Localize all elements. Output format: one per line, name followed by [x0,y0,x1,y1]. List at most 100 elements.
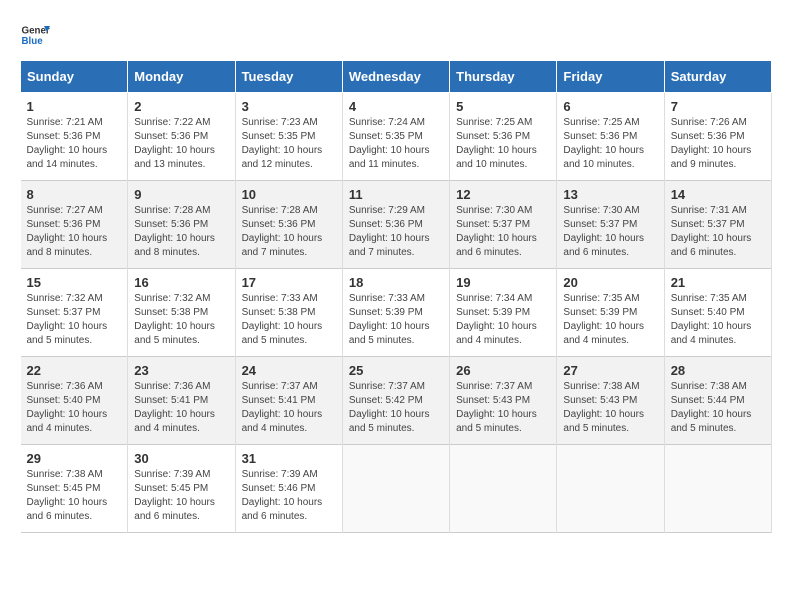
day-info: Sunrise: 7:38 AMSunset: 5:44 PMDaylight:… [671,380,765,436]
calendar-day-cell: 20 Sunrise: 7:35 AMSunset: 5:39 PMDayligh… [557,269,664,357]
day-number: 23 [134,363,228,378]
calendar-day-cell: 16 Sunrise: 7:32 AMSunset: 5:38 PMDayligh… [128,269,235,357]
day-number: 11 [349,187,443,202]
day-info: Sunrise: 7:31 AMSunset: 5:37 PMDaylight:… [671,204,765,260]
day-number: 19 [456,275,550,290]
day-number: 29 [27,451,122,466]
calendar-day-cell: 19 Sunrise: 7:34 AMSunset: 5:39 PMDayligh… [450,269,557,357]
day-info: Sunrise: 7:36 AMSunset: 5:40 PMDaylight:… [27,380,122,436]
calendar-day-cell: 9Sunrise: 7:28 AMSunset: 5:36 PMDaylight… [128,181,235,269]
calendar-day-cell: 11 Sunrise: 7:29 AMSunset: 5:36 PMDayligh… [342,181,449,269]
day-number: 18 [349,275,443,290]
day-number: 1 [27,99,122,114]
day-info: Sunrise: 7:33 AMSunset: 5:39 PMDaylight:… [349,292,443,348]
day-info: Sunrise: 7:34 AMSunset: 5:39 PMDaylight:… [456,292,550,348]
day-info: Sunrise: 7:21 AMSunset: 5:36 PMDaylight:… [27,116,122,172]
day-number: 22 [27,363,122,378]
calendar-day-cell: 21 Sunrise: 7:35 AMSunset: 5:40 PMDayligh… [664,269,771,357]
day-number: 16 [134,275,228,290]
day-info: Sunrise: 7:32 AMSunset: 5:37 PMDaylight:… [27,292,122,348]
day-info: Sunrise: 7:28 AMSunset: 5:36 PMDaylight:… [134,204,228,260]
calendar-day-cell [342,445,449,533]
day-info: Sunrise: 7:37 AMSunset: 5:41 PMDaylight:… [242,380,336,436]
calendar-day-cell: 18 Sunrise: 7:33 AMSunset: 5:39 PMDayligh… [342,269,449,357]
calendar-day-cell: 3 Sunrise: 7:23 AMSunset: 5:35 PMDaylight… [235,93,342,181]
day-info: Sunrise: 7:33 AMSunset: 5:38 PMDaylight:… [242,292,336,348]
day-number: 2 [134,99,228,114]
day-number: 12 [456,187,550,202]
weekday-header-saturday: Saturday [664,61,771,93]
day-info: Sunrise: 7:25 AMSunset: 5:36 PMDaylight:… [563,116,657,172]
day-info: Sunrise: 7:27 AMSunset: 5:36 PMDaylight:… [27,204,122,260]
calendar-day-cell: 4 Sunrise: 7:24 AMSunset: 5:35 PMDaylight… [342,93,449,181]
calendar-day-cell: 25Sunrise: 7:37 AMSunset: 5:42 PMDayligh… [342,357,449,445]
day-number: 21 [671,275,765,290]
calendar-day-cell: 10 Sunrise: 7:28 AMSunset: 5:36 PMDayligh… [235,181,342,269]
day-info: Sunrise: 7:36 AMSunset: 5:41 PMDaylight:… [134,380,228,436]
day-info: Sunrise: 7:28 AMSunset: 5:36 PMDaylight:… [242,204,336,260]
day-number: 28 [671,363,765,378]
calendar-day-cell: 15 Sunrise: 7:32 AMSunset: 5:37 PMDayligh… [21,269,128,357]
calendar-day-cell [557,445,664,533]
calendar-week-row: 1 Sunrise: 7:21 AMSunset: 5:36 PMDaylight… [21,93,772,181]
day-info: Sunrise: 7:39 AMSunset: 5:45 PMDaylight:… [134,468,228,524]
calendar-day-cell [450,445,557,533]
day-number: 17 [242,275,336,290]
day-info: Sunrise: 7:22 AMSunset: 5:36 PMDaylight:… [134,116,228,172]
day-number: 20 [563,275,657,290]
day-number: 10 [242,187,336,202]
day-number: 31 [242,451,336,466]
header: General Blue [20,20,772,50]
weekday-header-monday: Monday [128,61,235,93]
day-number: 24 [242,363,336,378]
day-info: Sunrise: 7:38 AMSunset: 5:43 PMDaylight:… [563,380,657,436]
day-number: 13 [563,187,657,202]
calendar-day-cell: 30 Sunrise: 7:39 AMSunset: 5:45 PMDayligh… [128,445,235,533]
day-info: Sunrise: 7:29 AMSunset: 5:36 PMDaylight:… [349,204,443,260]
day-info: Sunrise: 7:25 AMSunset: 5:36 PMDaylight:… [456,116,550,172]
day-info: Sunrise: 7:24 AMSunset: 5:35 PMDaylight:… [349,116,443,172]
calendar-day-cell [664,445,771,533]
day-info: Sunrise: 7:30 AMSunset: 5:37 PMDaylight:… [563,204,657,260]
day-number: 30 [134,451,228,466]
calendar-week-row: 22 Sunrise: 7:36 AMSunset: 5:40 PMDayligh… [21,357,772,445]
weekday-header-row: SundayMondayTuesdayWednesdayThursdayFrid… [21,61,772,93]
weekday-header-tuesday: Tuesday [235,61,342,93]
calendar-day-cell: 14 Sunrise: 7:31 AMSunset: 5:37 PMDayligh… [664,181,771,269]
day-info: Sunrise: 7:30 AMSunset: 5:37 PMDaylight:… [456,204,550,260]
calendar-table: SundayMondayTuesdayWednesdayThursdayFrid… [20,60,772,533]
day-info: Sunrise: 7:35 AMSunset: 5:40 PMDaylight:… [671,292,765,348]
day-number: 4 [349,99,443,114]
calendar-day-cell: 28 Sunrise: 7:38 AMSunset: 5:44 PMDayligh… [664,357,771,445]
calendar-day-cell: 17 Sunrise: 7:33 AMSunset: 5:38 PMDayligh… [235,269,342,357]
weekday-header-thursday: Thursday [450,61,557,93]
day-info: Sunrise: 7:23 AMSunset: 5:35 PMDaylight:… [242,116,336,172]
day-number: 3 [242,99,336,114]
day-number: 7 [671,99,765,114]
calendar-day-cell: 2 Sunrise: 7:22 AMSunset: 5:36 PMDaylight… [128,93,235,181]
logo-icon: General Blue [20,20,50,50]
svg-text:Blue: Blue [22,36,44,47]
day-number: 8 [27,187,122,202]
day-number: 6 [563,99,657,114]
calendar-day-cell: 12 Sunrise: 7:30 AMSunset: 5:37 PMDayligh… [450,181,557,269]
day-info: Sunrise: 7:32 AMSunset: 5:38 PMDaylight:… [134,292,228,348]
calendar-day-cell: 6 Sunrise: 7:25 AMSunset: 5:36 PMDaylight… [557,93,664,181]
calendar-day-cell: 22 Sunrise: 7:36 AMSunset: 5:40 PMDayligh… [21,357,128,445]
calendar-day-cell: 1 Sunrise: 7:21 AMSunset: 5:36 PMDaylight… [21,93,128,181]
weekday-header-friday: Friday [557,61,664,93]
calendar-day-cell: 26Sunrise: 7:37 AMSunset: 5:43 PMDayligh… [450,357,557,445]
calendar-day-cell: 23 Sunrise: 7:36 AMSunset: 5:41 PMDayligh… [128,357,235,445]
calendar-day-cell: 13 Sunrise: 7:30 AMSunset: 5:37 PMDayligh… [557,181,664,269]
day-info: Sunrise: 7:35 AMSunset: 5:39 PMDaylight:… [563,292,657,348]
day-info: Sunrise: 7:37 AMSunset: 5:42 PMDaylight:… [349,380,443,436]
logo: General Blue [20,20,50,50]
day-number: 27 [563,363,657,378]
day-number: 5 [456,99,550,114]
day-info: Sunrise: 7:37 AMSunset: 5:43 PMDaylight:… [456,380,550,436]
day-number: 14 [671,187,765,202]
day-number: 15 [27,275,122,290]
calendar-day-cell: 8 Sunrise: 7:27 AMSunset: 5:36 PMDaylight… [21,181,128,269]
day-info: Sunrise: 7:26 AMSunset: 5:36 PMDaylight:… [671,116,765,172]
calendar-day-cell: 31Sunrise: 7:39 AMSunset: 5:46 PMDayligh… [235,445,342,533]
